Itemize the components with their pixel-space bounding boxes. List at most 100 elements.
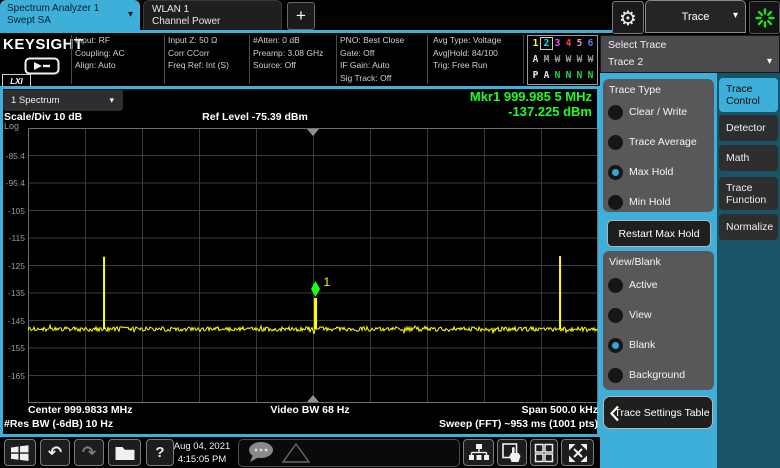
legend-trace-number: 4 xyxy=(563,38,574,49)
touch-hand-icon xyxy=(501,442,523,464)
option-min-hold[interactable]: Min Hold xyxy=(608,187,670,217)
y-axis-label: -155 xyxy=(0,343,25,353)
tab-trace-control[interactable]: Trace Control xyxy=(719,78,778,112)
windows-logo-icon xyxy=(10,444,30,462)
legend-trace-type: W xyxy=(574,54,585,65)
tab-detector[interactable]: Detector xyxy=(719,115,778,141)
header-setting: Input: RF xyxy=(75,34,125,47)
option-label: Max Hold xyxy=(629,166,673,178)
option-blank[interactable]: Blank xyxy=(608,330,655,360)
option-label: Min Hold xyxy=(629,196,670,208)
option-label: Trace Average xyxy=(629,136,697,148)
chevron-left-icon xyxy=(610,405,619,422)
option-max-hold[interactable]: Max Hold xyxy=(608,157,673,187)
y-axis-label: -95.4 xyxy=(0,178,25,188)
header-separator xyxy=(523,35,524,84)
span-label[interactable]: Span 500.0 kHz xyxy=(430,404,598,416)
header-setting: Gate: Off xyxy=(340,47,404,60)
sequence-setup-button[interactable] xyxy=(463,439,494,466)
header-setting: PNO: Best Close xyxy=(340,34,404,47)
message-status-bar[interactable] xyxy=(238,439,460,467)
accent-divider xyxy=(0,30,612,33)
legend-trace-detector: N xyxy=(563,70,574,81)
legend-row-types: AMWWWW xyxy=(528,51,597,67)
radio-icon xyxy=(608,308,623,323)
ref-level-label[interactable]: Ref Level -75.39 dBm xyxy=(130,111,380,123)
radio-icon xyxy=(608,368,623,383)
window-selector-dropdown[interactable]: 1 Spectrum ▾ xyxy=(3,90,123,111)
option-view[interactable]: View xyxy=(608,300,652,330)
select-trace-dropdown[interactable]: Select Trace Trace 2 ▾ xyxy=(600,35,780,73)
window-border xyxy=(0,434,600,437)
center-frequency-label[interactable]: Center 999.9833 MHz xyxy=(28,404,132,416)
option-trace-average[interactable]: Trace Average xyxy=(608,127,697,157)
legend-trace-number: 5 xyxy=(574,38,585,49)
header-setting: Align: Auto xyxy=(75,59,125,72)
legend-trace-number: 2 xyxy=(541,38,552,49)
tab-trace-function[interactable]: Trace Function xyxy=(719,177,778,210)
touch-mode-button[interactable] xyxy=(497,439,527,466)
chevron-down-icon: ▾ xyxy=(128,9,133,21)
header-column-5: Avg Type: VoltageAvg|Hold: 84/100Trig: F… xyxy=(433,34,501,72)
legend-trace-number: 6 xyxy=(585,38,596,49)
add-tab-button[interactable]: + xyxy=(287,2,315,30)
radio-selected-icon xyxy=(608,338,623,353)
system-settings-button[interactable]: ⚙ xyxy=(612,1,644,34)
file-button[interactable] xyxy=(108,439,141,466)
windows-start-button[interactable] xyxy=(4,439,36,466)
legend-trace-type: W xyxy=(552,54,563,65)
legend-trace-type: M xyxy=(541,54,552,65)
option-background[interactable]: Background xyxy=(608,360,685,390)
y-axis-label: -165 xyxy=(0,371,25,381)
res-bw-label[interactable]: #Res BW (-6dB) 10 Hz xyxy=(4,418,113,430)
legend-trace-detector: N xyxy=(585,70,596,81)
legend-trace-detector: N xyxy=(552,70,563,81)
window-layout-button[interactable] xyxy=(530,439,558,466)
option-label: Blank xyxy=(629,339,655,351)
option-clear-write[interactable]: Clear / Write xyxy=(608,97,687,127)
header-setting: Preamp: 3.08 GHz xyxy=(253,47,323,60)
header-setting: #Atten: 0 dB xyxy=(253,34,323,47)
marker-readout-frequency[interactable]: Mkr1 999.985 5 MHz xyxy=(350,89,592,104)
legend-trace-number: 3 xyxy=(552,38,563,49)
tab-title: WLAN 1 xyxy=(152,4,281,16)
tab-math[interactable]: Math xyxy=(719,145,778,171)
window-selector-label: 1 Spectrum xyxy=(11,95,60,106)
panel-footer xyxy=(600,437,717,468)
restart-max-hold-button[interactable]: Restart Max Hold xyxy=(607,220,711,247)
radio-selected-icon xyxy=(608,165,623,180)
trace-menu-label: Trace xyxy=(682,11,710,23)
date-text: Aug 04, 2021 xyxy=(167,440,237,453)
redo-button[interactable]: ↷ xyxy=(74,439,104,466)
header-setting: Input Z: 50 Ω xyxy=(168,34,229,47)
undo-button[interactable]: ↶ xyxy=(40,439,70,466)
chevron-down-icon: ▾ xyxy=(109,96,114,106)
trace-settings-table-button[interactable]: Trace Settings Table xyxy=(603,396,713,429)
header-separator xyxy=(427,35,428,84)
sweep-label[interactable]: Sweep (FFT) ~953 ms (1001 pts) xyxy=(330,418,598,430)
tab-spectrum-analyzer-1[interactable]: Spectrum Analyzer 1 Swept SA ▾ xyxy=(0,0,140,30)
y-axis-label: -145 xyxy=(0,316,25,326)
radio-icon xyxy=(608,278,623,293)
expand-arrows-icon xyxy=(567,442,589,464)
busy-indicator xyxy=(749,1,780,34)
header-setting: Trig: Free Run xyxy=(433,59,501,72)
fullscreen-button[interactable] xyxy=(561,439,594,466)
tab-title: Spectrum Analyzer 1 xyxy=(7,3,140,15)
tab-wlan-1[interactable]: WLAN 1 Channel Power xyxy=(143,0,282,30)
legend-trace-type: W xyxy=(563,54,574,65)
video-bw-label[interactable]: Video BW 68 Hz xyxy=(160,404,460,416)
header-column-1: Input: RFCoupling: ACAlign: Auto xyxy=(75,34,125,72)
option-label: Active xyxy=(629,279,658,291)
header-separator xyxy=(249,35,250,84)
undo-icon: ↶ xyxy=(48,443,62,463)
header-column-3: #Atten: 0 dBPreamp: 3.08 GHzSource: Off xyxy=(253,34,323,72)
option-active[interactable]: Active xyxy=(608,270,658,300)
header-separator xyxy=(71,35,72,84)
marker-readout-amplitude[interactable]: -137.225 dBm xyxy=(350,104,592,119)
trace-type-group: Trace Type Clear / WriteTrace AverageMax… xyxy=(603,79,714,212)
header-column-4: PNO: Best CloseGate: OffIF Gain: AutoSig… xyxy=(340,34,404,84)
tab-normalize[interactable]: Normalize xyxy=(719,214,778,240)
trace-menu-dropdown[interactable]: Trace ▾ xyxy=(645,0,746,33)
header-setting: IF Gain: Auto xyxy=(340,59,404,72)
